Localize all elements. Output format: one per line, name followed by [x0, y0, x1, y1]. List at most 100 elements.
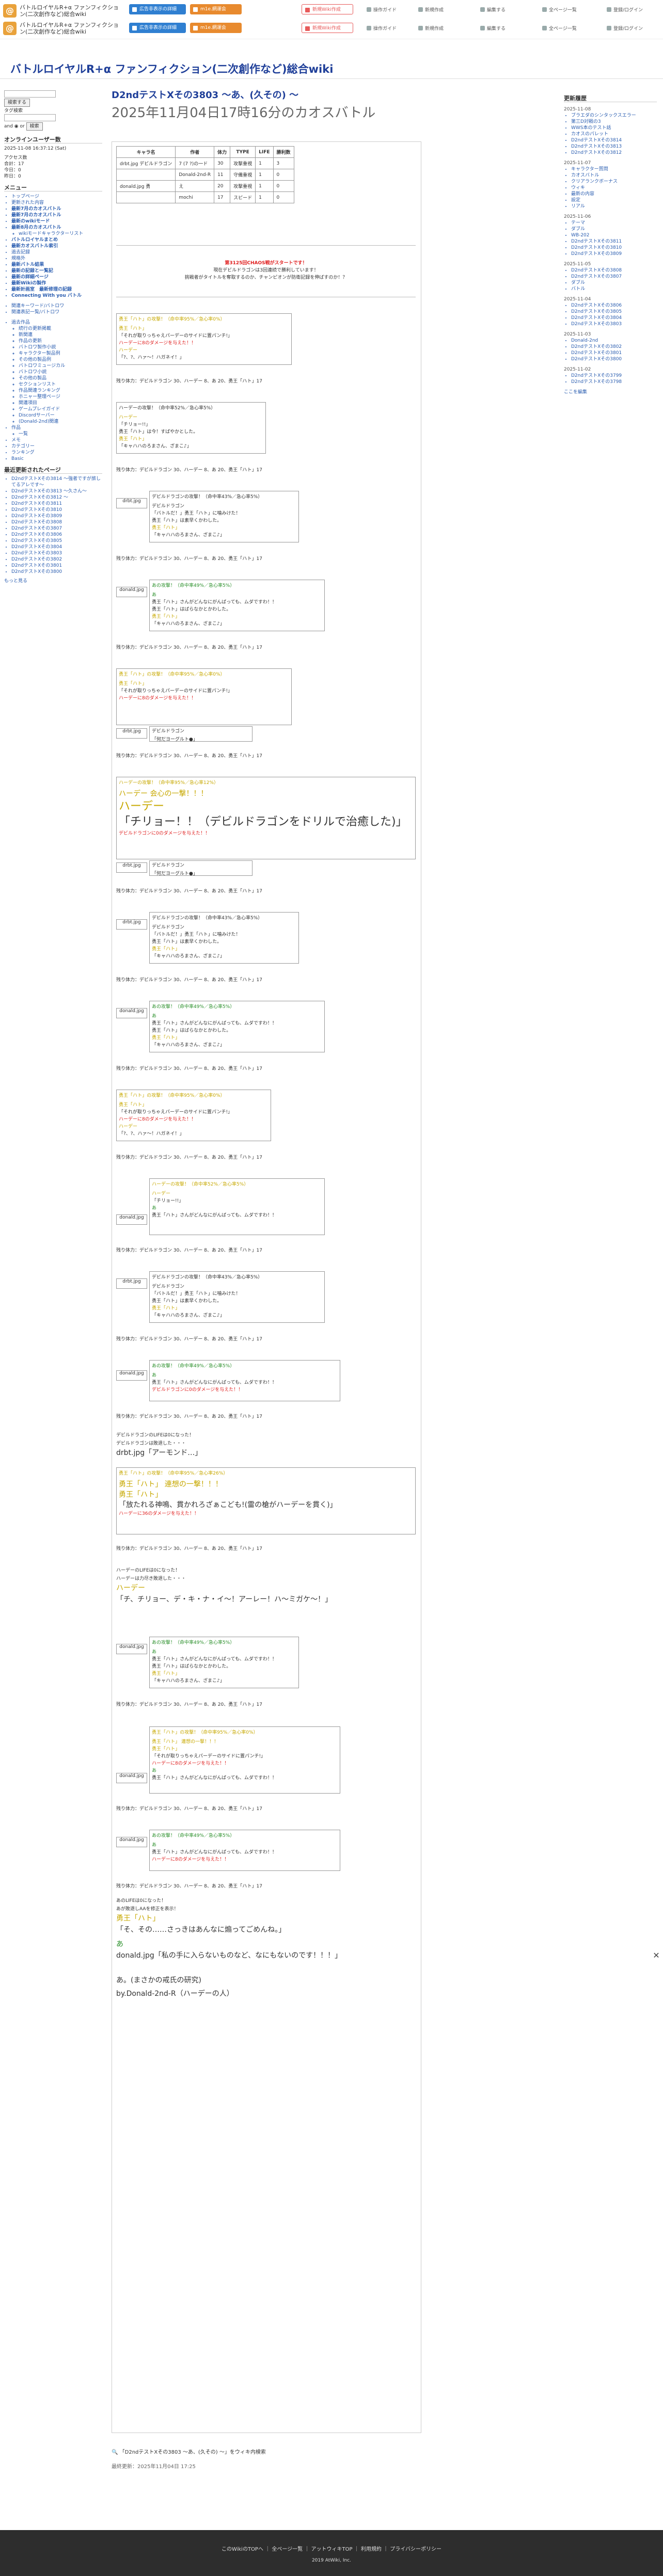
menu-item[interactable]: ホニャー整理ページ: [19, 394, 102, 400]
history-item[interactable]: D2ndテストXその3803: [571, 321, 657, 327]
history-item[interactable]: 設定: [571, 197, 657, 203]
footer-link-atwiki[interactable]: アットウィキTOP: [311, 2547, 353, 2552]
menu-item[interactable]: D2ndテストXその3814 〜強者ですが旅してるアレです〜: [11, 476, 102, 488]
menu-item[interactable]: Discordサーバー: [19, 412, 102, 419]
history-item[interactable]: D2ndテストXその3808: [571, 267, 657, 274]
menu-item[interactable]: (Donald-2nd)関連: [19, 419, 102, 425]
menu-item[interactable]: D2ndテストXその3811: [11, 501, 102, 507]
nav-login-2[interactable]: 登録/ログイン: [607, 25, 643, 31]
menu-item[interactable]: 作品関連ランキング: [19, 388, 102, 394]
menu-item[interactable]: 最新7月のカオスバトル: [11, 212, 102, 218]
history-item[interactable]: D2ndテストXその3813: [571, 143, 657, 150]
menu-item[interactable]: D2ndテストXその3805: [11, 538, 102, 544]
history-item[interactable]: D2ndテストXその3800: [571, 356, 657, 362]
history-item[interactable]: 最新の内容: [571, 191, 657, 197]
menu-item[interactable]: Basic: [11, 456, 102, 462]
footer-link-top[interactable]: このWikiのTOPへ: [222, 2547, 263, 2552]
history-item[interactable]: D2ndテストXその3798: [571, 379, 657, 385]
history-item[interactable]: D2ndテストXその3801: [571, 350, 657, 356]
menu-item[interactable]: 規格外: [11, 255, 102, 262]
menu-item[interactable]: 最新バトル結果: [11, 262, 102, 268]
site-logo[interactable]: @ バトルロイヤルR+α ファンフィクション(二次創作など)総合wiki: [3, 3, 127, 19]
history-item[interactable]: テーマ: [571, 220, 657, 226]
menu-item[interactable]: wikiモードキャラクターリスト: [19, 231, 102, 237]
history-item[interactable]: クリアランクボーナス: [571, 179, 657, 185]
history-item[interactable]: D2ndテストXその3804: [571, 315, 657, 321]
menu-item[interactable]: D2ndテストXその3810: [11, 507, 102, 513]
menu-item[interactable]: 最新の詳細ページ: [11, 274, 102, 280]
menu-item[interactable]: その他の製品: [19, 375, 102, 381]
history-item[interactable]: ダブル: [571, 280, 657, 286]
menu-item[interactable]: 最新7月のカオスバトル: [11, 206, 102, 212]
menu-item[interactable]: D2ndテストXその3807: [11, 525, 102, 532]
menu-item[interactable]: 作品: [11, 425, 102, 431]
history-item[interactable]: バトル: [571, 286, 657, 292]
wiki-search-link[interactable]: 🔍 「D2ndテストXその3803 〜あ、(久その) 〜」をウィキ内検索: [112, 2447, 266, 2455]
menu-item[interactable]: ゲームプレイガイド: [19, 406, 102, 412]
menu-item[interactable]: D2ndテストXその3813 〜久さん〜: [11, 488, 102, 494]
nav-new[interactable]: 新規作成: [418, 6, 444, 13]
menu-item[interactable]: 新関連: [19, 332, 102, 338]
menu-item[interactable]: 一覧: [19, 431, 102, 437]
menu-item[interactable]: キャラクター製品例: [19, 350, 102, 357]
nav-edit[interactable]: 編集する: [480, 6, 506, 13]
menu-item[interactable]: Connecting With you バトル: [11, 293, 102, 299]
nav-new-2[interactable]: 新規作成: [418, 25, 444, 31]
menu-item[interactable]: D2ndテストXその3801: [11, 563, 102, 569]
history-item[interactable]: D2ndテストXその3806: [571, 302, 657, 309]
history-item[interactable]: カオスバトル: [571, 172, 657, 179]
new-wiki-button[interactable]: 新規Wiki作成: [302, 4, 353, 14]
menu-item[interactable]: メモ: [11, 437, 102, 443]
menu-item[interactable]: 最新計画室 最新修理の記録: [11, 286, 102, 293]
menu-item[interactable]: 関連キーワード/バトロワ: [11, 303, 102, 309]
history-item[interactable]: D2ndテストXその3807: [571, 274, 657, 280]
menu-item[interactable]: 最新カオスバトル索引: [11, 243, 102, 249]
nav-login[interactable]: 登録/ログイン: [607, 6, 643, 13]
nav-pages[interactable]: 全ページ一覧: [542, 6, 577, 13]
new-wiki-button-2[interactable]: 新規Wiki作成: [302, 23, 353, 33]
ad-hide-button[interactable]: 広告非表示の詳細: [129, 4, 186, 14]
history-item[interactable]: D2ndテストXその3809: [571, 251, 657, 257]
menu-item[interactable]: D2ndテストXその3804: [11, 544, 102, 550]
history-item[interactable]: D2ndテストXその3810: [571, 245, 657, 251]
history-item[interactable]: ブラエダのシンタックスエラー: [571, 113, 657, 119]
nav-guide[interactable]: 操作ガイド: [367, 6, 397, 13]
notice-button-2[interactable]: m1e.網運会: [190, 23, 242, 33]
history-item[interactable]: Donald-2nd: [571, 338, 657, 344]
history-item[interactable]: D2ndテストXその3814: [571, 137, 657, 143]
history-item[interactable]: D2ndテストXその3811: [571, 238, 657, 245]
menu-item[interactable]: 更新された内容: [11, 200, 102, 206]
menu-item[interactable]: D2ndテストXその3812 〜: [11, 494, 102, 501]
history-item[interactable]: カオスのパレット: [571, 131, 657, 137]
history-item[interactable]: 第三D対戦の3: [571, 119, 657, 125]
history-item[interactable]: D2ndテストXその3799: [571, 373, 657, 379]
search-input[interactable]: [4, 90, 56, 98]
menu-item[interactable]: トップページ: [11, 194, 102, 200]
menu-item[interactable]: バトルロイヤルまとめ: [11, 237, 102, 243]
menu-item[interactable]: 最新のwikiモード: [11, 218, 102, 225]
tag-search-button[interactable]: 検索: [26, 122, 43, 131]
nav-edit-2[interactable]: 編集する: [480, 25, 506, 31]
tag-input[interactable]: [4, 114, 56, 121]
history-item[interactable]: WB-202: [571, 232, 657, 238]
history-item[interactable]: ダブル: [571, 226, 657, 232]
menu-item[interactable]: D2ndテストXその3806: [11, 532, 102, 538]
menu-item[interactable]: D2ndテストXその3809: [11, 513, 102, 519]
menu-item[interactable]: D2ndテストXその3803: [11, 550, 102, 556]
menu-item[interactable]: 過去記録: [11, 249, 102, 255]
nav-pages-2[interactable]: 全ページ一覧: [542, 25, 577, 31]
site-title[interactable]: バトルロイヤルR+α ファンフィクション(二次創作など)総合wiki: [10, 61, 333, 76]
menu-item[interactable]: D2ndテストXその3808: [11, 519, 102, 525]
history-item[interactable]: WWS本のテスト話: [571, 125, 657, 131]
history-item[interactable]: D2ndテストXその3805: [571, 309, 657, 315]
notice-button[interactable]: m1e.網運会: [190, 4, 242, 14]
search-button[interactable]: 検索する: [4, 99, 30, 107]
menu-item[interactable]: 作品の更新: [19, 338, 102, 344]
site-logo-2[interactable]: @ バトルロイヤルR+α ファンフィクション(二次創作など)総合wiki: [3, 21, 127, 36]
menu-item[interactable]: 続行の更新掲載: [19, 326, 102, 332]
footer-link-privacy[interactable]: プライバシーポリシー: [390, 2547, 441, 2552]
nav-guide-2[interactable]: 操作ガイド: [367, 25, 397, 31]
menu-item[interactable]: 関連表記一覧/バトロワ: [11, 309, 102, 315]
history-item[interactable]: キャラクター質問: [571, 166, 657, 172]
edit-link[interactable]: ここを編集: [564, 389, 657, 395]
